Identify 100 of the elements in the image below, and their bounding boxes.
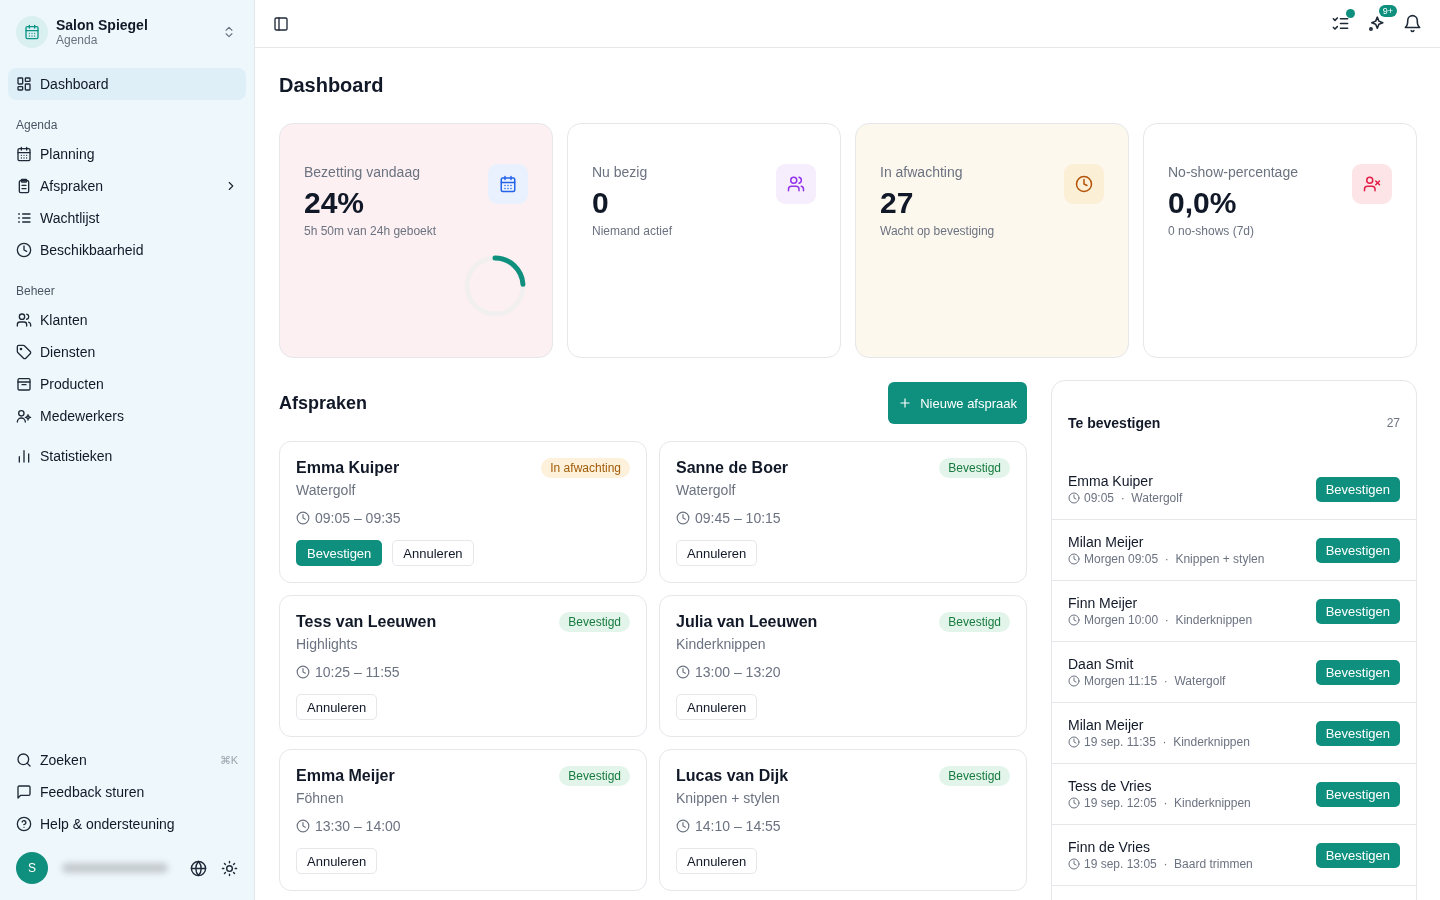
tag-icon [16,344,32,360]
dashboard-icon [16,76,32,92]
clipboard-icon [16,178,32,194]
appointment-details: Morgen 09:05 · Knippen + stylen [1084,552,1265,566]
confirm-button[interactable]: Bevestigen [1315,476,1400,502]
service-name: Highlights [296,636,359,652]
stat-label: In afwachting [880,164,964,180]
bar-chart-icon [16,448,32,464]
confirm-button[interactable]: Bevestigen [1315,598,1400,624]
time-range: 09:45 – 10:15 [695,510,781,526]
time-range: 14:10 – 14:55 [695,818,781,834]
sparkle-icon[interactable] [1367,14,1386,33]
section-title: Afspraken [279,392,368,414]
clock-icon [1068,797,1080,809]
sidebar-item[interactable]: Dashboard [8,68,246,100]
service-name: Föhnen [296,790,345,806]
confirm-button[interactable]: Bevestigen [1315,720,1400,746]
client-name: Finn de Vries [1068,839,1151,855]
section-heading: Agenda [15,118,59,132]
clock-icon [1068,614,1080,626]
search-icon [16,752,32,768]
clock-icon [296,665,310,679]
stat-note: 0 no-shows (7d) [1168,224,1256,238]
sun-icon[interactable] [221,859,238,877]
stat-value: 0 [592,186,610,220]
cancel-button[interactable]: Annuleren [676,694,758,720]
status-badge: Bevestigd [559,766,630,786]
bell-icon[interactable] [1403,14,1422,33]
sidebar-item[interactable]: Producten [8,368,246,400]
clock-icon [676,665,690,679]
appointment-details: 19 sep. 12:05 · Kinderknippen [1084,796,1251,810]
user-gear-icon [16,408,32,424]
sidebar-item[interactable]: Help & ondersteuning [8,808,246,840]
service-name: Watergolf [676,482,737,498]
checklist-icon[interactable] [1331,14,1350,33]
sidebar-toggle-icon[interactable] [273,15,289,32]
stat-value: 24% [304,186,366,220]
confirm-button[interactable]: Bevestigen [1315,842,1400,868]
client-name: Tess de Vries [1068,778,1153,794]
plus-icon [898,396,913,410]
new-appointment-button[interactable]: Nieuwe afspraak [888,382,1027,424]
stat-value: 27 [880,186,915,220]
section-heading: Beheer [15,284,56,298]
appointment-details: 09:05 · Watergolf [1084,491,1183,505]
cancel-button[interactable]: Annuleren [392,540,474,566]
client-name: Emma Kuiper [1068,473,1154,489]
calendar-icon [24,24,40,40]
appointment-details: Morgen 11:15 · Watergolf [1084,674,1226,688]
sidebar-item[interactable]: Wachtlijst [8,202,246,234]
sidebar-item[interactable]: Diensten [8,336,246,368]
stat-note: Niemand actief [592,224,673,238]
user-x-icon [1363,175,1381,193]
cancel-button[interactable]: Annuleren [676,848,758,874]
sidebar-item[interactable]: Zoeken ⌘K [8,744,246,776]
client-name: Emma Meijer [296,767,395,785]
stat-label: Nu bezig [592,164,649,180]
time-range: 09:05 – 09:35 [315,510,401,526]
sidebar-item[interactable]: Beschikbaarheid [8,234,246,266]
status-badge: In afwachting [541,458,630,478]
client-name: Tess van Leeuwen [296,613,437,631]
clock-icon [296,819,310,833]
service-name: Knippen + stylen [676,790,781,806]
users-icon [16,312,32,328]
pending-count: 27 [1386,416,1400,430]
cancel-button[interactable]: Annuleren [296,694,378,720]
appointment-details: Morgen 10:00 · Kinderknippen [1084,613,1253,627]
sidebar-item[interactable]: Klanten [8,304,246,336]
status-badge: Bevestigd [939,612,1010,632]
confirm-button[interactable]: Bevestigen [1315,781,1400,807]
sidebar-item[interactable]: Afspraken [8,170,246,202]
confirm-button[interactable]: Bevestigen [296,540,383,566]
confirm-button[interactable]: Bevestigen [1315,537,1400,563]
clock-icon [1068,858,1080,870]
clock-icon [676,511,690,525]
clock-icon [296,511,310,525]
confirm-button[interactable]: Bevestigen [1315,659,1400,685]
calendar-icon [16,146,32,162]
clock-icon [1068,675,1080,687]
client-name: Sanne de Boer [676,459,789,477]
workspace-subtitle: Agenda [56,33,99,47]
time-range: 13:30 – 14:00 [315,818,401,834]
workspace-name: Salon Spiegel [56,17,149,33]
client-name: Lucas van Dijk [676,767,789,785]
sidebar-item[interactable]: Medewerkers [8,400,246,432]
sidebar-item[interactable]: Planning [8,138,246,170]
count-badge: 9+ [1378,5,1397,17]
sidebar-item[interactable]: Statistieken [8,440,246,472]
page-title: Dashboard [279,74,385,97]
numbered-list-icon [16,210,32,226]
calendar-icon [499,175,517,193]
cancel-button[interactable]: Annuleren [296,848,378,874]
cancel-button[interactable]: Annuleren [676,540,758,566]
status-badge: Bevestigd [939,766,1010,786]
users-icon [787,175,805,193]
globe-icon[interactable] [190,859,207,877]
sidebar-item[interactable]: Feedback sturen [8,776,246,808]
appointment-details: 19 sep. 13:05 · Baard trimmen [1084,857,1253,871]
user-avatar[interactable]: S [16,852,48,884]
client-name: Finn Meijer [1068,595,1139,611]
keyboard-shortcut: ⌘K [219,753,238,767]
